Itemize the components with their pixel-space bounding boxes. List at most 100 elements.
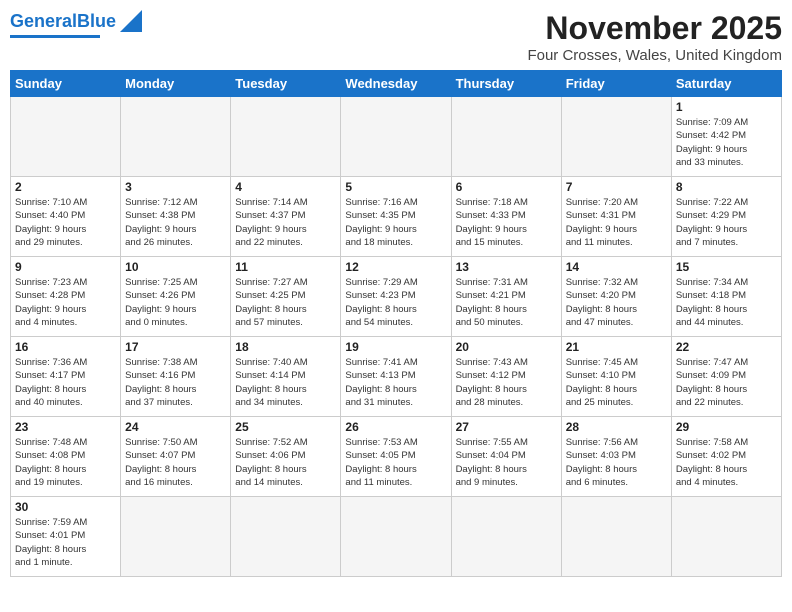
day-number: 6 (456, 180, 557, 194)
day-info: Sunrise: 7:27 AM Sunset: 4:25 PM Dayligh… (235, 276, 336, 329)
calendar-cell: 8 Sunrise: 7:22 AM Sunset: 4:29 PM Daylig… (671, 177, 781, 257)
header-saturday: Saturday (671, 71, 781, 97)
day-number: 11 (235, 260, 336, 274)
day-info: Sunrise: 7:45 AM Sunset: 4:10 PM Dayligh… (566, 356, 667, 409)
day-info: Sunrise: 7:23 AM Sunset: 4:28 PM Dayligh… (15, 276, 116, 329)
location-title: Four Crosses, Wales, United Kingdom (527, 47, 782, 64)
calendar-week-row: 30 Sunrise: 7:59 AM Sunset: 4:01 PM Dayli… (11, 497, 782, 577)
day-info: Sunrise: 7:31 AM Sunset: 4:21 PM Dayligh… (456, 276, 557, 329)
calendar-cell: 4Sunrise: 7:14 AM Sunset: 4:37 PM Daylig… (231, 177, 341, 257)
day-info: Sunrise: 7:58 AM Sunset: 4:02 PM Dayligh… (676, 436, 777, 489)
header-tuesday: Tuesday (231, 71, 341, 97)
day-number: 24 (125, 420, 226, 434)
day-number: 1 (676, 100, 777, 114)
calendar-cell: 18Sunrise: 7:40 AM Sunset: 4:14 PM Dayli… (231, 337, 341, 417)
calendar-cell: 24 Sunrise: 7:50 AM Sunset: 4:07 PM Dayli… (121, 417, 231, 497)
day-info: Sunrise: 7:48 AM Sunset: 4:08 PM Dayligh… (15, 436, 116, 489)
calendar: SundayMondayTuesdayWednesdayThursdayFrid… (10, 70, 782, 577)
header-thursday: Thursday (451, 71, 561, 97)
day-info: Sunrise: 7:34 AM Sunset: 4:18 PM Dayligh… (676, 276, 777, 329)
header-sunday: Sunday (11, 71, 121, 97)
day-number: 28 (566, 420, 667, 434)
title-area: November 2025 Four Crosses, Wales, Unite… (527, 10, 782, 64)
day-number: 3 (125, 180, 226, 194)
calendar-week-row: 2Sunrise: 7:10 AM Sunset: 4:40 PM Daylig… (11, 177, 782, 257)
calendar-cell: 5Sunrise: 7:16 AM Sunset: 4:35 PM Daylig… (341, 177, 451, 257)
day-number: 26 (345, 420, 446, 434)
day-number: 13 (456, 260, 557, 274)
calendar-cell (341, 97, 451, 177)
header-monday: Monday (121, 71, 231, 97)
day-number: 10 (125, 260, 226, 274)
calendar-week-row: 23 Sunrise: 7:48 AM Sunset: 4:08 PM Dayli… (11, 417, 782, 497)
day-number: 19 (345, 340, 446, 354)
day-number: 15 (676, 260, 777, 274)
day-number: 14 (566, 260, 667, 274)
calendar-cell: 20 Sunrise: 7:43 AM Sunset: 4:12 PM Dayli… (451, 337, 561, 417)
calendar-cell: 11 Sunrise: 7:27 AM Sunset: 4:25 PM Dayli… (231, 257, 341, 337)
day-info: Sunrise: 7:12 AM Sunset: 4:38 PM Dayligh… (125, 196, 226, 249)
day-number: 7 (566, 180, 667, 194)
day-info: Sunrise: 7:56 AM Sunset: 4:03 PM Dayligh… (566, 436, 667, 489)
day-number: 20 (456, 340, 557, 354)
day-number: 27 (456, 420, 557, 434)
day-number: 23 (15, 420, 116, 434)
day-number: 5 (345, 180, 446, 194)
day-number: 4 (235, 180, 336, 194)
day-number: 25 (235, 420, 336, 434)
day-number: 21 (566, 340, 667, 354)
calendar-cell: 30 Sunrise: 7:59 AM Sunset: 4:01 PM Dayli… (11, 497, 121, 577)
calendar-cell (561, 97, 671, 177)
day-number: 30 (15, 500, 116, 514)
calendar-cell: 16Sunrise: 7:36 AM Sunset: 4:17 PM Dayli… (11, 337, 121, 417)
calendar-cell: 1Sunrise: 7:09 AM Sunset: 4:42 PM Daylig… (671, 97, 781, 177)
calendar-week-row: 16Sunrise: 7:36 AM Sunset: 4:17 PM Dayli… (11, 337, 782, 417)
calendar-cell: 17Sunrise: 7:38 AM Sunset: 4:16 PM Dayli… (121, 337, 231, 417)
calendar-cell: 23 Sunrise: 7:48 AM Sunset: 4:08 PM Dayli… (11, 417, 121, 497)
day-number: 9 (15, 260, 116, 274)
day-info: Sunrise: 7:32 AM Sunset: 4:20 PM Dayligh… (566, 276, 667, 329)
day-info: Sunrise: 7:36 AM Sunset: 4:17 PM Dayligh… (15, 356, 116, 409)
day-info: Sunrise: 7:18 AM Sunset: 4:33 PM Dayligh… (456, 196, 557, 249)
day-info: Sunrise: 7:52 AM Sunset: 4:06 PM Dayligh… (235, 436, 336, 489)
calendar-week-row: 9 Sunrise: 7:23 AM Sunset: 4:28 PM Daylig… (11, 257, 782, 337)
day-info: Sunrise: 7:38 AM Sunset: 4:16 PM Dayligh… (125, 356, 226, 409)
logo: GeneralBlue (10, 10, 142, 38)
calendar-cell: 12Sunrise: 7:29 AM Sunset: 4:23 PM Dayli… (341, 257, 451, 337)
day-number: 22 (676, 340, 777, 354)
day-info: Sunrise: 7:55 AM Sunset: 4:04 PM Dayligh… (456, 436, 557, 489)
day-info: Sunrise: 7:47 AM Sunset: 4:09 PM Dayligh… (676, 356, 777, 409)
logo-text: GeneralBlue (10, 11, 116, 32)
calendar-cell (451, 97, 561, 177)
logo-triangle-icon (120, 10, 142, 32)
day-info: Sunrise: 7:53 AM Sunset: 4:05 PM Dayligh… (345, 436, 446, 489)
calendar-cell (231, 97, 341, 177)
calendar-cell: 27 Sunrise: 7:55 AM Sunset: 4:04 PM Dayli… (451, 417, 561, 497)
day-number: 12 (345, 260, 446, 274)
day-info: Sunrise: 7:10 AM Sunset: 4:40 PM Dayligh… (15, 196, 116, 249)
logo-general: General (10, 11, 77, 31)
calendar-cell (671, 497, 781, 577)
calendar-cell: 22 Sunrise: 7:47 AM Sunset: 4:09 PM Dayli… (671, 337, 781, 417)
calendar-cell: 28 Sunrise: 7:56 AM Sunset: 4:03 PM Dayli… (561, 417, 671, 497)
day-info: Sunrise: 7:59 AM Sunset: 4:01 PM Dayligh… (15, 516, 116, 569)
calendar-cell (341, 497, 451, 577)
calendar-cell (121, 497, 231, 577)
calendar-cell (121, 97, 231, 177)
logo-blue: Blue (77, 11, 116, 31)
calendar-cell: 13 Sunrise: 7:31 AM Sunset: 4:21 PM Dayli… (451, 257, 561, 337)
day-info: Sunrise: 7:43 AM Sunset: 4:12 PM Dayligh… (456, 356, 557, 409)
calendar-week-row: 1Sunrise: 7:09 AM Sunset: 4:42 PM Daylig… (11, 97, 782, 177)
calendar-cell (11, 97, 121, 177)
day-info: Sunrise: 7:41 AM Sunset: 4:13 PM Dayligh… (345, 356, 446, 409)
day-number: 8 (676, 180, 777, 194)
calendar-cell (231, 497, 341, 577)
day-info: Sunrise: 7:22 AM Sunset: 4:29 PM Dayligh… (676, 196, 777, 249)
day-info: Sunrise: 7:25 AM Sunset: 4:26 PM Dayligh… (125, 276, 226, 329)
day-number: 29 (676, 420, 777, 434)
calendar-cell: 29 Sunrise: 7:58 AM Sunset: 4:02 PM Dayli… (671, 417, 781, 497)
day-info: Sunrise: 7:50 AM Sunset: 4:07 PM Dayligh… (125, 436, 226, 489)
header-wednesday: Wednesday (341, 71, 451, 97)
calendar-cell (451, 497, 561, 577)
day-number: 18 (235, 340, 336, 354)
